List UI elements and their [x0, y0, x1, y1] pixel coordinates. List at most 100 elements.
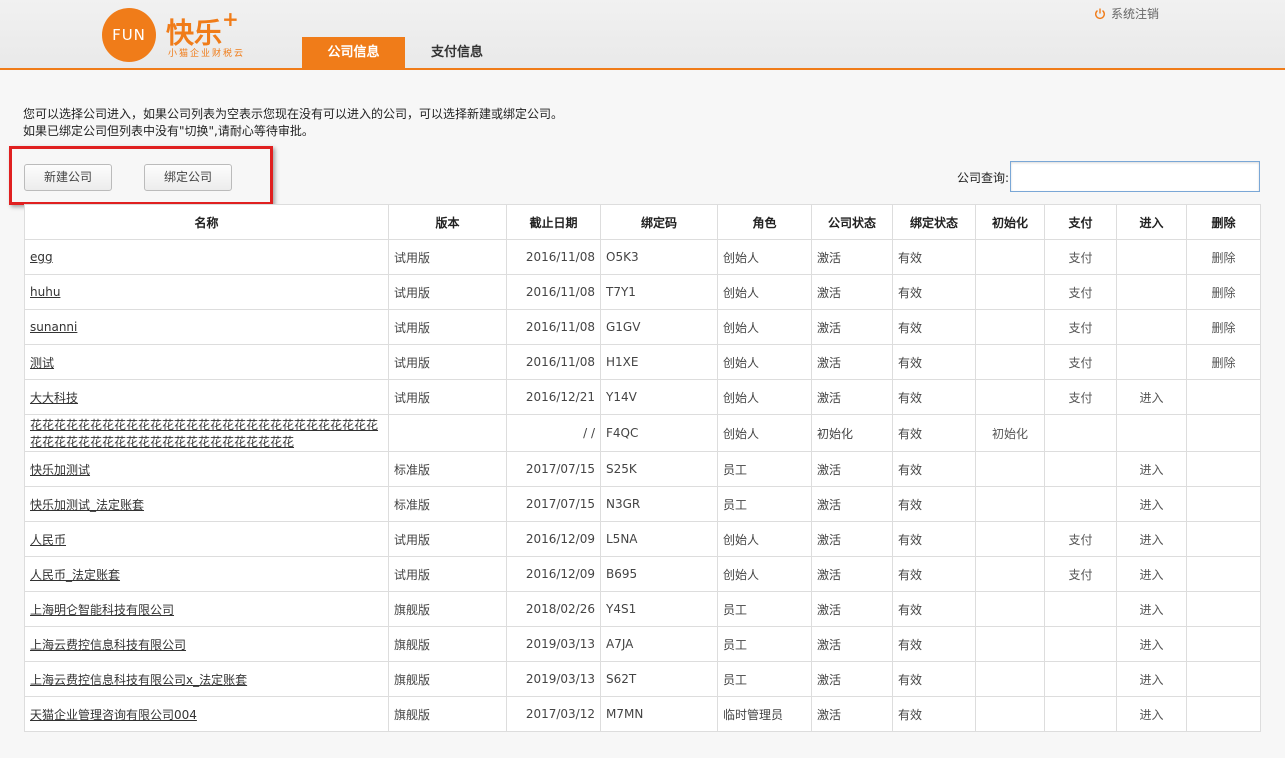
version-cell: 试用版 [388, 521, 507, 557]
enter-action[interactable]: 进入 [1139, 391, 1163, 405]
new-company-button[interactable]: 新建公司 [24, 164, 112, 191]
bind-code-cell: Y14V [600, 379, 718, 415]
company-name-link[interactable]: 快乐加测试 [30, 463, 90, 477]
enter-action[interactable]: 进入 [1139, 568, 1163, 582]
table-cell [1116, 414, 1187, 452]
company-name-link[interactable]: 人民币 [30, 533, 66, 547]
table-cell [1186, 486, 1261, 522]
delete-action[interactable]: 删除 [1211, 286, 1235, 300]
expiry-date-cell: 2018/02/26 [506, 591, 601, 627]
pay-action[interactable]: 支付 [1068, 251, 1092, 265]
company-status-cell: 激活 [811, 521, 893, 557]
table-cell [1044, 626, 1117, 662]
enter-action[interactable]: 进入 [1139, 673, 1163, 687]
table-row: 上海云费控信息科技有限公司x_法定账套 旗舰版 2019/03/13 S62T 员工 激活… [24, 661, 1261, 697]
bind-status-cell: 有效 [892, 626, 976, 662]
main-tabs: 公司信息 支付信息 [302, 37, 509, 68]
table-cell: 删除 [1186, 309, 1261, 345]
company-name-link[interactable]: 天猫企业管理咨询有限公司004 [30, 708, 197, 722]
version-cell: 标准版 [388, 451, 507, 487]
table-row: 快乐加测试_法定账套 标准版 2017/07/15 N3GR 员工 激活 有效 进入 [24, 486, 1261, 522]
table-cell: 上海云费控信息科技有限公司x_法定账套 [24, 661, 389, 697]
enter-action[interactable]: 进入 [1139, 603, 1163, 617]
bind-status-cell: 有效 [892, 309, 976, 345]
role-cell: 创始人 [717, 344, 812, 380]
pay-action[interactable]: 支付 [1068, 356, 1092, 370]
company-name-link[interactable]: 上海明仑智能科技有限公司 [30, 603, 174, 617]
table-row: sunanni 试用版 2016/11/08 G1GV 创始人 激活 有效 支付 删除 [24, 309, 1261, 345]
company-name-link[interactable]: 上海云费控信息科技有限公司 [30, 638, 186, 652]
pay-action[interactable]: 支付 [1068, 321, 1092, 335]
pay-action[interactable]: 支付 [1068, 286, 1092, 300]
logo-subtitle: 小猫企业财税云 [168, 49, 246, 59]
enter-action[interactable]: 进入 [1139, 708, 1163, 722]
company-status-cell: 激活 [811, 486, 893, 522]
col-header-version: 版本 [388, 204, 507, 240]
pay-action[interactable]: 支付 [1068, 391, 1092, 405]
pay-action[interactable]: 支付 [1068, 568, 1092, 582]
col-header-bind: 绑定状态 [892, 204, 976, 240]
company-name-link[interactable]: 人民币_法定账套 [30, 568, 120, 582]
table-cell [975, 239, 1045, 275]
expiry-date-cell: 2017/03/12 [506, 696, 601, 732]
company-name-link[interactable]: 测试 [30, 356, 54, 370]
bind-status-cell: 有效 [892, 239, 976, 275]
role-cell: 员工 [717, 661, 812, 697]
bind-status-cell: 有效 [892, 556, 976, 592]
company-name-link[interactable]: 大大科技 [30, 391, 78, 405]
expiry-date-cell: 2019/03/13 [506, 626, 601, 662]
delete-action[interactable]: 删除 [1211, 251, 1235, 265]
table-cell: 进入 [1116, 486, 1187, 522]
notice-line-2: 如果已绑定公司但列表中没有"切换",请耐心等待审批。 [23, 124, 314, 138]
table-cell [1044, 696, 1117, 732]
enter-action[interactable]: 进入 [1139, 463, 1163, 477]
company-status-cell: 激活 [811, 309, 893, 345]
enter-action[interactable]: 进入 [1139, 638, 1163, 652]
company-name-link[interactable]: sunanni [30, 320, 77, 334]
init-action[interactable]: 初始化 [992, 427, 1028, 441]
delete-action[interactable]: 删除 [1211, 356, 1235, 370]
col-header-name: 名称 [24, 204, 389, 240]
table-cell [975, 274, 1045, 310]
col-header-pay: 支付 [1044, 204, 1117, 240]
version-cell: 试用版 [388, 379, 507, 415]
bind-status-cell: 有效 [892, 344, 976, 380]
expiry-date-cell: / / [506, 414, 601, 452]
table-cell: 天猫企业管理咨询有限公司004 [24, 696, 389, 732]
table-cell: 支付 [1044, 521, 1117, 557]
bind-code-cell: Y4S1 [600, 591, 718, 627]
delete-action[interactable]: 删除 [1211, 321, 1235, 335]
expiry-date-cell: 2016/11/08 [506, 344, 601, 380]
table-cell [1044, 486, 1117, 522]
table-cell: huhu [24, 274, 389, 310]
company-name-link[interactable]: 快乐加测试_法定账套 [30, 498, 144, 512]
company-name-link[interactable]: huhu [30, 285, 60, 299]
company-search-input[interactable] [1010, 161, 1260, 192]
col-header-date: 截止日期 [506, 204, 601, 240]
bind-company-button[interactable]: 绑定公司 [144, 164, 232, 191]
tab-company-info[interactable]: 公司信息 [302, 37, 405, 68]
enter-action[interactable]: 进入 [1139, 498, 1163, 512]
enter-action[interactable]: 进入 [1139, 533, 1163, 547]
company-name-link[interactable]: 上海云费控信息科技有限公司x_法定账套 [30, 673, 247, 687]
bind-status-cell: 有效 [892, 696, 976, 732]
table-row: 大大科技 试用版 2016/12/21 Y14V 创始人 激活 有效 支付 进入 [24, 379, 1261, 415]
company-name-link[interactable]: 花花花花花花花花花花花花花花花花花花花花花花花花花花花花花花花花花花花花花花花花… [30, 418, 378, 449]
table-cell [1186, 451, 1261, 487]
company-name-link[interactable]: egg [30, 250, 53, 264]
table-cell [1186, 556, 1261, 592]
tab-payment-info[interactable]: 支付信息 [405, 37, 509, 68]
role-cell: 创始人 [717, 556, 812, 592]
table-cell: 进入 [1116, 696, 1187, 732]
expiry-date-cell: 2017/07/15 [506, 451, 601, 487]
logout-link[interactable]: 系统注销 [1094, 5, 1159, 22]
pay-action[interactable]: 支付 [1068, 533, 1092, 547]
notice-line-1: 您可以选择公司进入，如果公司列表为空表示您现在没有可以进入的公司，可以选择新建或… [23, 107, 564, 121]
table-cell [975, 696, 1045, 732]
table-cell [975, 521, 1045, 557]
table-cell: 进入 [1116, 591, 1187, 627]
company-status-cell: 激活 [811, 661, 893, 697]
bind-code-cell: S25K [600, 451, 718, 487]
table-cell: 进入 [1116, 661, 1187, 697]
table-cell [975, 309, 1045, 345]
